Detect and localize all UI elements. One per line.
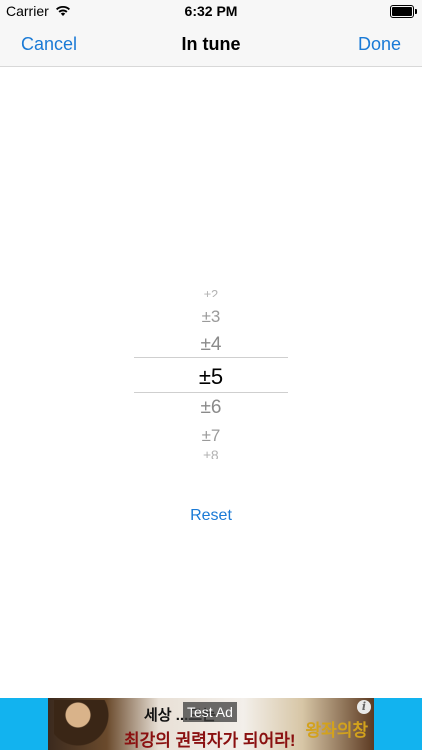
picker-item[interactable]: ±4 (134, 334, 288, 356)
test-ad-label: Test Ad (183, 702, 237, 722)
picker-item[interactable]: ±8 (134, 447, 288, 459)
picker-selected-item[interactable]: ±5 (134, 364, 288, 390)
picker-item[interactable]: ±7 (134, 426, 288, 446)
picker-item[interactable]: ±2 (134, 287, 288, 297)
reset-button[interactable]: Reset (0, 507, 422, 525)
ad-info-icon[interactable]: i (357, 700, 371, 714)
navigation-bar: Cancel In tune Done (0, 22, 422, 67)
ad-character-image (54, 700, 114, 750)
picker-selection-top-line (134, 357, 288, 358)
status-bar: Carrier 6:32 PM (0, 0, 422, 22)
tolerance-picker[interactable]: ±2 ±3 ±4 ±5 ±6 ±7 ±8 (134, 285, 288, 465)
ad-tagline: 최강의 권력자가 되어라! (124, 731, 296, 750)
picker-item[interactable]: ±6 (134, 397, 288, 419)
done-button[interactable]: Done (358, 34, 401, 55)
picker-selection-bottom-line (134, 392, 288, 393)
status-time: 6:32 PM (184, 3, 238, 19)
picker-item[interactable]: ±3 (134, 307, 288, 327)
battery-icon (390, 5, 417, 18)
ad-logo: 왕좌의창 (305, 721, 368, 740)
